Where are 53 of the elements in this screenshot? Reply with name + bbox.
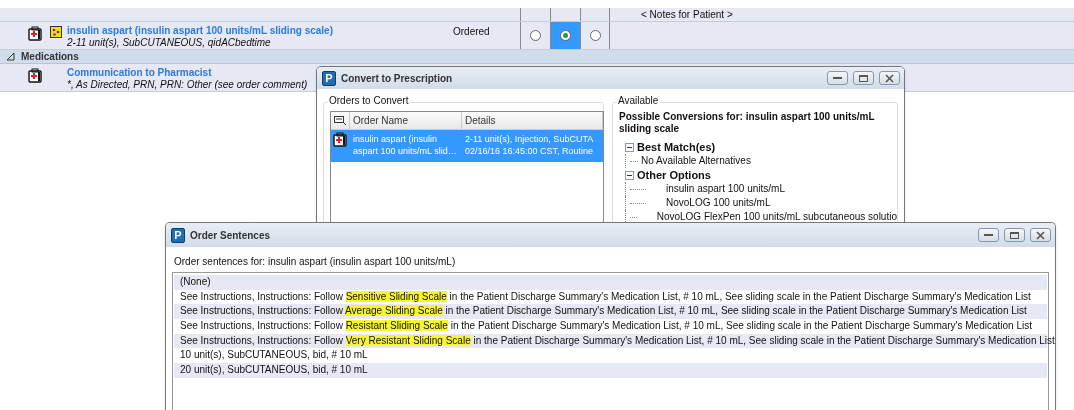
medical-kit-icon — [333, 132, 347, 147]
order-status: Ordered — [453, 26, 490, 37]
minus-icon — [626, 144, 633, 150]
tree-node[interactable]: Best Match(es) — [637, 140, 716, 154]
radio-button[interactable] — [560, 30, 571, 41]
maximize-icon — [1010, 231, 1019, 239]
tree-node[interactable]: Other Options — [637, 168, 711, 182]
medical-kit-icon — [28, 26, 42, 41]
collapse-toggle[interactable] — [625, 142, 634, 152]
radio-button[interactable] — [530, 30, 541, 41]
minimize-button[interactable] — [827, 71, 848, 85]
minimize-icon — [833, 77, 842, 79]
maximize-button[interactable] — [853, 71, 874, 85]
minimize-button[interactable] — [978, 228, 999, 242]
maximize-icon — [859, 74, 868, 82]
sentence-row[interactable]: See Instructions, Instructions: Follow Very Resistant Sliding Scale in the Patient Discharge Summary's Medication List, # 10 mL, See sliding scale in the Patient Discharge Summary's Medication List — [180, 334, 1055, 346]
close-icon — [885, 73, 894, 83]
dotted-square-icon — [50, 26, 62, 38]
order-link[interactable]: insulin aspart (insulin aspart 100 units/mL sliding scale) — [67, 24, 333, 37]
sentence-row[interactable]: 20 unit(s), SubCUTANEOUS, bid, # 10 mL — [180, 364, 368, 376]
radio-button[interactable] — [589, 30, 601, 41]
sentence-row[interactable]: (None) — [180, 276, 211, 287]
tree-item[interactable]: No Available Alternatives — [641, 154, 751, 168]
window-title: Convert to Prescription — [341, 71, 454, 86]
maximize-button[interactable] — [1004, 228, 1025, 242]
close-icon — [1036, 230, 1045, 240]
order-details: *, As Directed, PRN, PRN: Other (see order comment) — [67, 79, 308, 91]
group-label: Available — [617, 95, 660, 107]
sentence-row[interactable]: 10 unit(s), SubCUTANEOUS, bid, # 10 mL — [180, 349, 368, 361]
caption: Order sentences for: insulin aspart (insulin aspart 100 units/mL) — [173, 256, 457, 268]
medical-kit-icon — [28, 68, 42, 83]
app-logo: P — [322, 70, 336, 86]
window-title: Order Sentences — [190, 228, 272, 243]
tree-item[interactable]: NovoLOG FlexPen 100 units/mL subcutaneous solutio — [656, 210, 897, 224]
table-cell: 2-11 unit(s), Injection, SubCUTA 02/16/16 16:45:00 CST, Routine — [465, 133, 594, 157]
column-options-icon — [333, 115, 347, 126]
close-button[interactable] — [879, 71, 900, 85]
tree-item[interactable]: NovoLOG 100 units/mL — [666, 196, 771, 210]
close-button[interactable] — [1030, 228, 1051, 242]
table-cell: insulin aspart (insulin aspart 100 units/mL slid… — [353, 133, 457, 157]
order-link[interactable]: Communication to Pharmacist — [67, 66, 212, 79]
column-header: < Notes for Patient > — [641, 8, 733, 21]
conversion-heading: Possible Conversions for: insulin aspart 100 units/mL sliding scale — [619, 111, 876, 135]
group-label: Orders to Convert — [328, 95, 410, 107]
app-logo: P — [171, 227, 185, 243]
column-header[interactable]: Order Name — [350, 112, 462, 129]
order-details: 2-11 unit(s), SubCUTANEOUS, qidACbedtime — [67, 37, 271, 49]
minus-icon — [626, 172, 633, 178]
tree-item[interactable]: insulin aspart 100 units/mL — [666, 182, 785, 196]
section-header: Medications — [21, 49, 79, 64]
column-header[interactable]: Details — [462, 112, 603, 129]
minimize-icon — [984, 234, 993, 236]
collapse-toggle[interactable] — [625, 170, 634, 180]
